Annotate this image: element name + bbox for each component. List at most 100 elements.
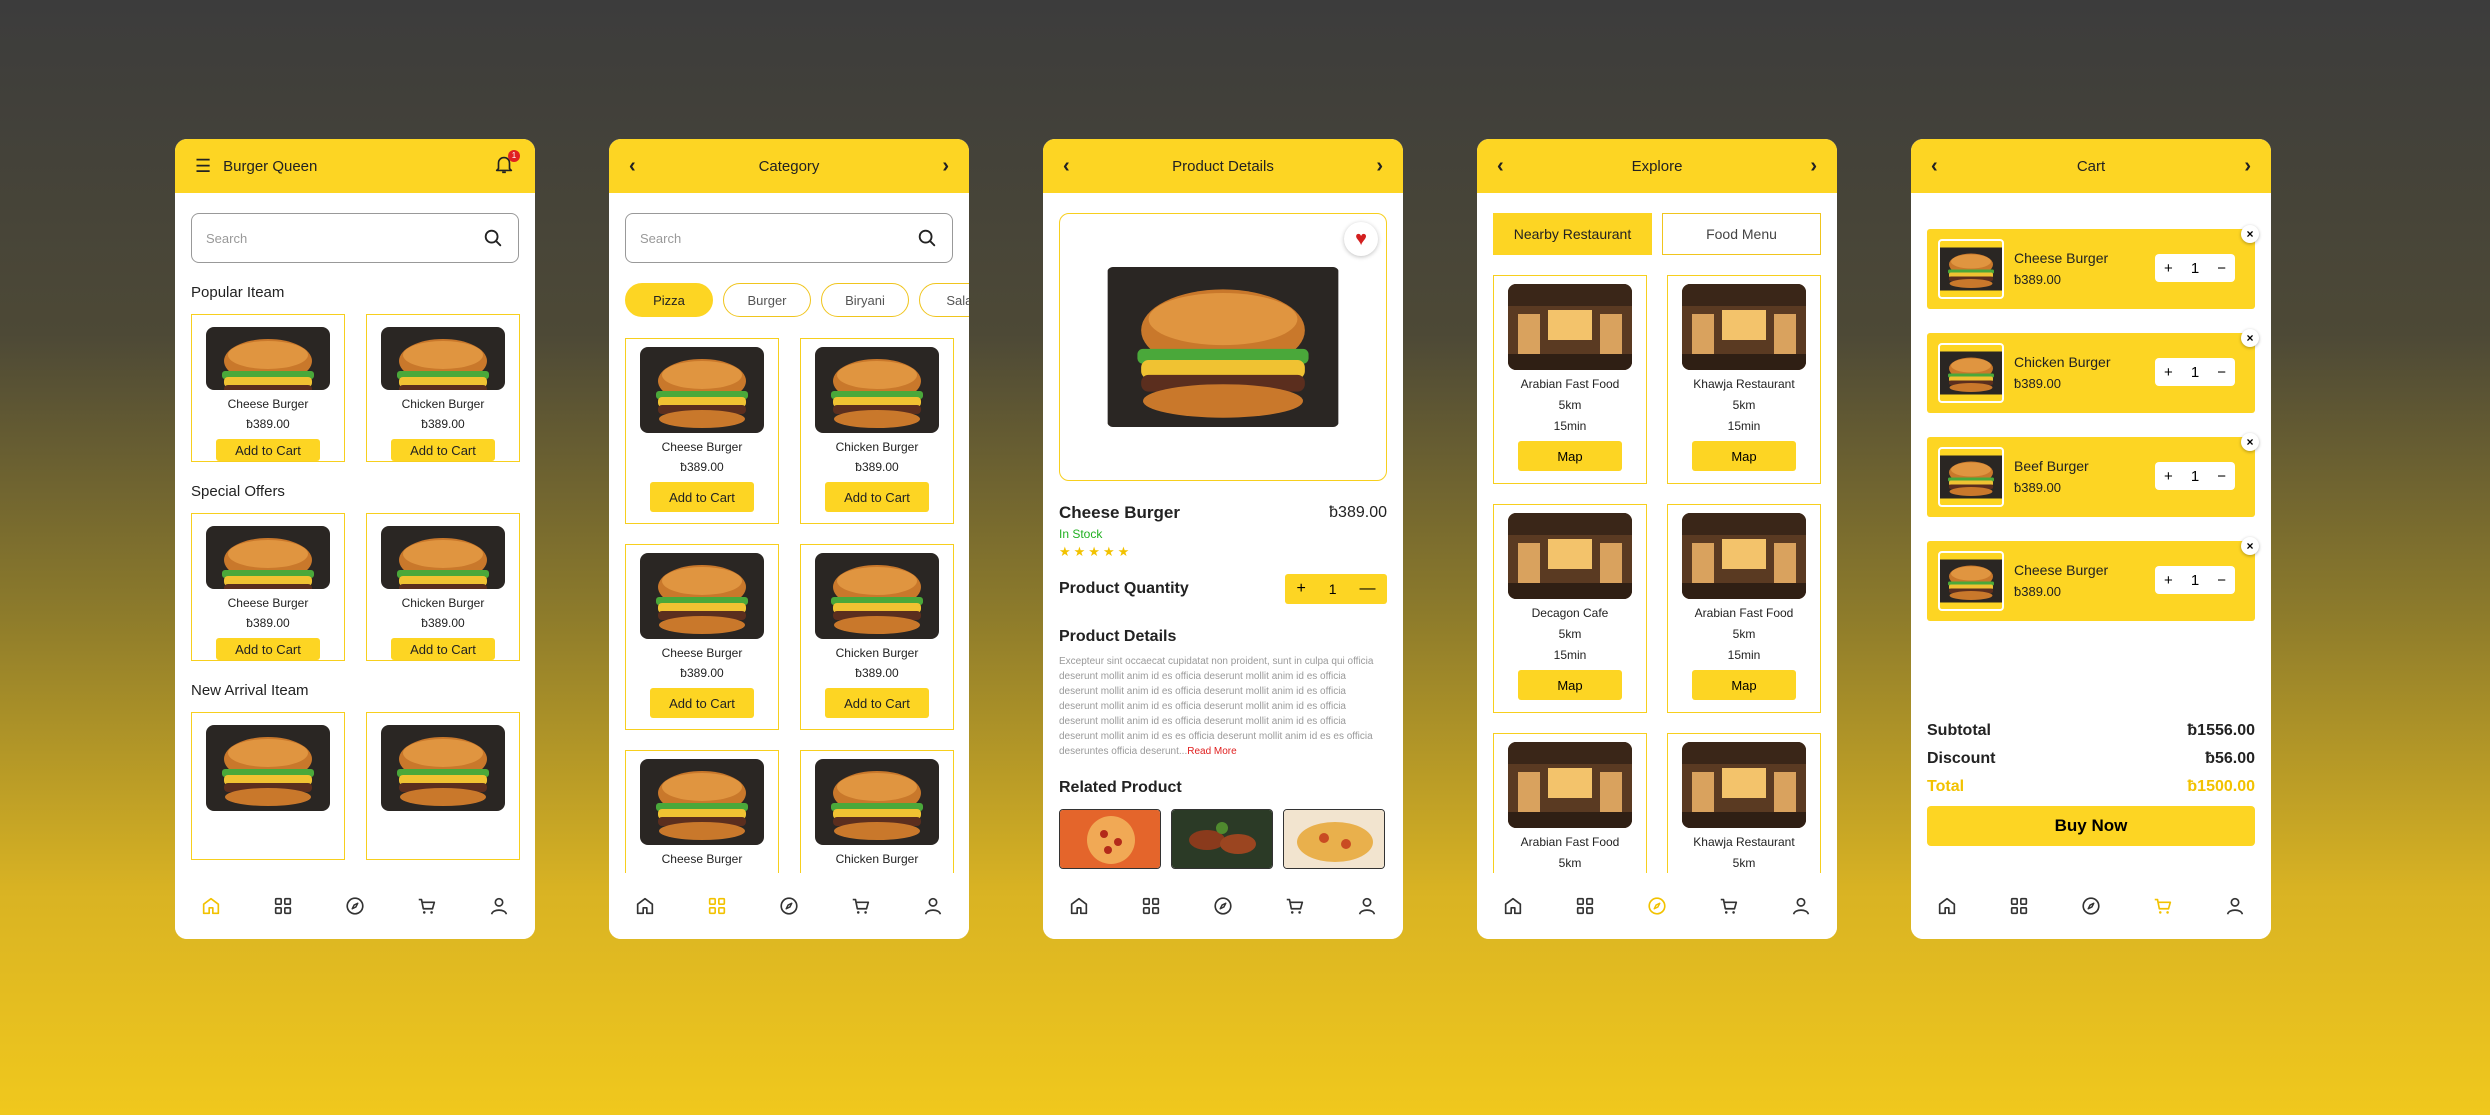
- food-card[interactable]: Cheese Burgerƀ389.00Add to Cart: [625, 338, 779, 524]
- minus-icon[interactable]: −: [2217, 468, 2226, 485]
- cart-icon[interactable]: [848, 893, 874, 919]
- search-icon[interactable]: [916, 227, 938, 249]
- home-icon[interactable]: [1066, 893, 1092, 919]
- add-to-cart-button[interactable]: Add to Cart: [650, 482, 754, 512]
- add-to-cart-button[interactable]: Add to Cart: [391, 638, 495, 660]
- add-to-cart-button[interactable]: Add to Cart: [825, 482, 929, 512]
- restaurant-card[interactable]: Decagon Cafe 5km 15min Map: [1493, 504, 1647, 713]
- cart-icon[interactable]: [414, 893, 440, 919]
- related-product-rice[interactable]: [1283, 809, 1385, 869]
- forward-icon[interactable]: ›: [1376, 155, 1383, 178]
- rating-stars: ★★★★★: [1059, 544, 1133, 559]
- restaurant-card[interactable]: Arabian Fast Food5km15minMap: [1493, 733, 1647, 873]
- food-card[interactable]: Cheese Burgerƀ389.00Add to Cart: [191, 314, 345, 462]
- restaurant-card[interactable]: Khawja Restaurant5km15minMap: [1667, 733, 1821, 873]
- back-icon[interactable]: ‹: [1497, 155, 1504, 178]
- category-pill-pizza[interactable]: Pizza: [625, 283, 713, 317]
- compass-icon[interactable]: [342, 893, 368, 919]
- tab-nearby-restaurant[interactable]: Nearby Restaurant: [1493, 213, 1652, 255]
- category-pill-salad[interactable]: Salad: [919, 283, 969, 317]
- read-more-link[interactable]: Read More: [1187, 746, 1236, 757]
- related-product-wings[interactable]: [1171, 809, 1273, 869]
- user-icon[interactable]: [1354, 893, 1380, 919]
- add-to-cart-button[interactable]: Add to Cart: [216, 638, 320, 660]
- food-card[interactable]: [366, 712, 520, 860]
- food-card[interactable]: Chicken Burgerƀ389.00Add to Cart: [800, 544, 954, 730]
- user-icon[interactable]: [1788, 893, 1814, 919]
- plus-icon[interactable]: +: [2164, 468, 2173, 485]
- food-card[interactable]: Chicken Burgerƀ389.00Add to Cart: [366, 513, 520, 661]
- favorite-heart-icon[interactable]: ♥: [1344, 222, 1378, 256]
- food-card[interactable]: Chicken Burgerƀ389.00Add to Cart: [800, 338, 954, 524]
- cart-icon[interactable]: [2150, 893, 2176, 919]
- grid-icon[interactable]: [1138, 893, 1164, 919]
- subtotal-label: Subtotal: [1927, 722, 1991, 739]
- back-icon[interactable]: ‹: [1063, 155, 1070, 178]
- compass-icon[interactable]: [1210, 893, 1236, 919]
- food-card[interactable]: Cheese Burgerƀ389.00Add to Cart: [625, 750, 779, 873]
- compass-icon[interactable]: [2078, 893, 2104, 919]
- add-to-cart-button[interactable]: Add to Cart: [391, 439, 495, 461]
- restaurant-card[interactable]: Khawja Restaurant5km15minMap: [1667, 275, 1821, 484]
- food-card[interactable]: Chicken Burgerƀ389.00Add to Cart: [366, 314, 520, 462]
- minus-icon[interactable]: −: [2217, 364, 2226, 381]
- food-card[interactable]: Chicken Burgerƀ389.00Add to Cart: [800, 750, 954, 873]
- food-card[interactable]: Cheese Burgerƀ389.00Add to Cart: [625, 544, 779, 730]
- cart-header: ‹ Cart ›: [1911, 139, 2271, 193]
- add-to-cart-button[interactable]: Add to Cart: [825, 688, 929, 718]
- minus-icon[interactable]: —: [1360, 580, 1376, 598]
- search-input[interactable]: Search: [191, 213, 519, 263]
- home-icon[interactable]: [632, 893, 658, 919]
- buy-now-button[interactable]: Buy Now: [1927, 806, 2255, 846]
- cart-icon[interactable]: [1716, 893, 1742, 919]
- map-button[interactable]: Map: [1518, 670, 1622, 700]
- grid-icon[interactable]: [2006, 893, 2032, 919]
- compass-icon[interactable]: [776, 893, 802, 919]
- search-icon[interactable]: [482, 227, 504, 249]
- category-pill-biryani[interactable]: Biryani: [821, 283, 909, 317]
- related-heading: Related Product: [1059, 779, 1182, 796]
- forward-icon[interactable]: ›: [2244, 155, 2251, 178]
- restaurant-card[interactable]: Arabian Fast Food5km15minMap: [1493, 275, 1647, 484]
- home-icon[interactable]: [198, 893, 224, 919]
- add-to-cart-button[interactable]: Add to Cart: [650, 688, 754, 718]
- home-icon[interactable]: [1934, 893, 1960, 919]
- map-button[interactable]: Map: [1692, 670, 1796, 700]
- minus-icon[interactable]: −: [2217, 572, 2226, 589]
- plus-icon[interactable]: +: [2164, 572, 2173, 589]
- search-input[interactable]: Search: [625, 213, 953, 263]
- map-button[interactable]: Map: [1518, 441, 1622, 471]
- user-icon[interactable]: [2222, 893, 2248, 919]
- cart-icon[interactable]: [1282, 893, 1308, 919]
- remove-item-icon[interactable]: ×: [2241, 225, 2259, 243]
- food-card[interactable]: [191, 712, 345, 860]
- back-icon[interactable]: ‹: [1931, 155, 1938, 178]
- plus-icon[interactable]: +: [2164, 364, 2173, 381]
- user-icon[interactable]: [920, 893, 946, 919]
- minus-icon[interactable]: −: [2217, 260, 2226, 277]
- plus-icon[interactable]: +: [1296, 580, 1305, 598]
- forward-icon[interactable]: ›: [1810, 155, 1817, 178]
- tab-food-menu[interactable]: Food Menu: [1662, 213, 1821, 255]
- compass-icon[interactable]: [1644, 893, 1670, 919]
- grid-icon[interactable]: [270, 893, 296, 919]
- plus-icon[interactable]: +: [2164, 260, 2173, 277]
- map-button[interactable]: Map: [1692, 441, 1796, 471]
- user-icon[interactable]: [486, 893, 512, 919]
- related-product-pizza[interactable]: [1059, 809, 1161, 869]
- food-card[interactable]: Cheese Burgerƀ389.00Add to Cart: [191, 513, 345, 661]
- remove-item-icon[interactable]: ×: [2241, 537, 2259, 555]
- forward-icon[interactable]: ›: [942, 155, 949, 178]
- remove-item-icon[interactable]: ×: [2241, 433, 2259, 451]
- restaurant-distance: 5km: [1732, 856, 1756, 870]
- bell-icon[interactable]: 1: [493, 149, 520, 180]
- remove-item-icon[interactable]: ×: [2241, 329, 2259, 347]
- menu-icon[interactable]: ☰: [195, 156, 211, 177]
- grid-icon[interactable]: [1572, 893, 1598, 919]
- restaurant-card[interactable]: Arabian Fast Food5km15minMap: [1667, 504, 1821, 713]
- add-to-cart-button[interactable]: Add to Cart: [216, 439, 320, 461]
- back-icon[interactable]: ‹: [629, 155, 636, 178]
- home-icon[interactable]: [1500, 893, 1526, 919]
- category-pill-burger[interactable]: Burger: [723, 283, 811, 317]
- grid-icon[interactable]: [704, 893, 730, 919]
